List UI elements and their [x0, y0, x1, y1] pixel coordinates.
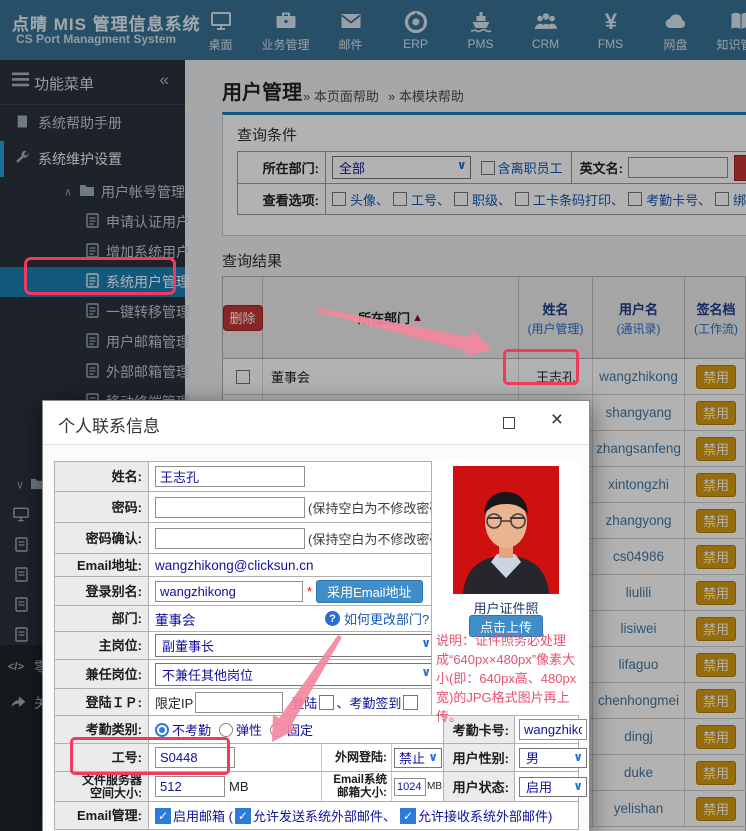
- personal-contact-modal: 个人联系信息 × 姓名: 密码: (保持空白为不修改密码) 密码确认: (保持空…: [42, 400, 590, 831]
- photo-note: 说明：证件照务必处理成“640px×480px”像素大小(即：640px高、48…: [436, 631, 577, 726]
- password-confirm-hint: (保持空白为不修改密码): [308, 529, 447, 548]
- app-window: 点晴 MIS 管理信息系统 CS Port Managment System 桌…: [0, 0, 746, 831]
- allow-recv-external-label: 允许接收系统外部邮件): [418, 806, 552, 825]
- modal-titlebar: 个人联系信息 ×: [43, 401, 589, 445]
- main-post-label: 主岗位:: [55, 632, 149, 659]
- dept-label: 部门:: [55, 606, 149, 631]
- alias-label: 登录别名:: [55, 577, 149, 605]
- extranet-select[interactable]: 禁止∨: [394, 748, 442, 768]
- main-post-select[interactable]: 副董事长∨: [155, 634, 435, 657]
- attend-type-label: 考勤类别:: [55, 716, 149, 743]
- mailsize-label: Email系统: [333, 774, 387, 787]
- field-row-empno: 工号: 外网登陆: 禁止∨ 用户性别: 男∨: [54, 744, 579, 772]
- attend-fixed-label: 固定: [287, 720, 313, 739]
- allow-send-external-label: 允许发送系统外部邮件、: [253, 806, 396, 825]
- password-hint: (保持空白为不修改密码): [308, 498, 447, 517]
- photo-cell: 用户证件照 点击上传 说明：证件照务必处理成“640px×480px”像素大小(…: [431, 461, 579, 716]
- extra-post-select[interactable]: 不兼任其他岗位∨: [155, 663, 435, 686]
- attend-none-radio[interactable]: [155, 723, 169, 737]
- ip-limit-label: 限定IP: [155, 693, 193, 712]
- empno-label: 工号:: [55, 744, 149, 771]
- alias-input[interactable]: [155, 581, 303, 602]
- chevron-down-icon: ∨: [573, 750, 583, 764]
- gender-label: 用户性别:: [443, 744, 515, 771]
- required-asterisk: *: [307, 584, 312, 599]
- mailsize-input[interactable]: [394, 778, 426, 796]
- ip-limit-input[interactable]: [195, 692, 283, 713]
- chevron-down-icon: ∨: [421, 636, 431, 650]
- empno-input[interactable]: [155, 747, 235, 768]
- enable-mailbox-checkbox[interactable]: ✓: [155, 808, 171, 824]
- field-row-mail-mgmt: Email管理: ✓ 启用邮箱 ( ✓ 允许发送系统外部邮件、 ✓ 允许接收系统…: [54, 802, 579, 830]
- ip-login-label: 登陆: [291, 693, 317, 712]
- mailsize-unit: MB: [427, 781, 442, 792]
- chevron-down-icon: ∨: [428, 750, 438, 764]
- attend-flex-radio[interactable]: [219, 723, 233, 737]
- fileserver-size-input[interactable]: [155, 776, 225, 797]
- name-label: 姓名:: [55, 462, 149, 491]
- enable-mailbox-label: 启用邮箱 (: [173, 806, 233, 825]
- user-id-photo: [453, 466, 559, 594]
- mail-mgmt-label: Email管理:: [55, 802, 149, 829]
- extranet-label: 外网登陆:: [321, 744, 391, 771]
- email-value: wangzhikong@clicksun.cn: [149, 554, 314, 576]
- field-row-fileserver: 文件服务器 空间大小: MB Email系统 邮箱大小: MB 用户状态: 启用…: [54, 772, 579, 802]
- allow-recv-external-checkbox[interactable]: ✓: [400, 808, 416, 824]
- password-confirm-label: 密码确认:: [55, 523, 149, 553]
- login-ip-label: 登陆ＩＰ:: [55, 689, 149, 715]
- ip-login-checkbox[interactable]: [319, 695, 334, 710]
- modal-title: 个人联系信息: [58, 412, 160, 437]
- maximize-icon[interactable]: [503, 417, 515, 429]
- chevron-down-icon: ∨: [421, 665, 431, 679]
- name-input[interactable]: [155, 466, 305, 487]
- use-email-button[interactable]: 采用Email地址: [316, 580, 423, 603]
- allow-send-external-checkbox[interactable]: ✓: [235, 808, 251, 824]
- password-confirm-input[interactable]: [155, 528, 305, 549]
- change-dept-help-link[interactable]: 如何更改部门?: [344, 609, 429, 628]
- close-icon[interactable]: ×: [551, 408, 563, 432]
- password-input[interactable]: [155, 497, 305, 518]
- gender-select[interactable]: 男∨: [519, 748, 587, 768]
- email-label: Email地址:: [55, 554, 149, 576]
- fileserver-label: 文件服务器: [82, 774, 142, 787]
- user-status-select[interactable]: 启用∨: [519, 777, 587, 797]
- fileserver-unit: MB: [229, 779, 249, 794]
- extra-post-label: 兼任岗位:: [55, 660, 149, 688]
- attend-none-label: 不考勤: [172, 720, 211, 739]
- password-label: 密码:: [55, 492, 149, 522]
- ip-attend-label: 、考勤签到: [336, 693, 401, 712]
- dept-value: 董事会: [149, 606, 196, 631]
- help-question-icon[interactable]: ?: [325, 611, 340, 626]
- chevron-down-icon: ∨: [573, 779, 583, 793]
- ip-attend-checkbox[interactable]: [403, 695, 418, 710]
- attend-flex-label: 弹性: [236, 720, 262, 739]
- attend-fixed-radio[interactable]: [270, 723, 284, 737]
- user-status-label: 用户状态:: [443, 772, 515, 801]
